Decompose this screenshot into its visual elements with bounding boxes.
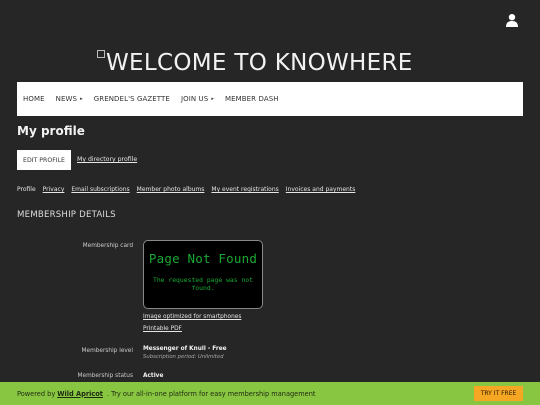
directory-profile-link[interactable]: My directory profile [77, 156, 137, 163]
chevron-right-icon: ▸ [211, 96, 214, 102]
footer-suffix: . Try our all-in-one platform for easy m… [106, 389, 316, 398]
try-it-free-button[interactable]: TRY IT FREE [474, 386, 523, 401]
card-error-title: Page Not Found [148, 251, 258, 266]
chevron-right-icon: ▸ [80, 96, 83, 102]
subnav-item-privacy[interactable]: Privacy [43, 186, 65, 193]
membership-status-label: Membership status [77, 373, 133, 379]
promo-footer: Powered by Wild Apricot . Try our all-in… [0, 382, 540, 405]
membership-details-heading: MEMBERSHIP DETAILS [17, 210, 116, 220]
nav-item-label: HOME [23, 95, 45, 103]
nav-item-grendels-gazette[interactable]: GRENDEL'S GAZETTE [94, 95, 170, 103]
subnav-item-invoices[interactable]: Invoices and payments [286, 186, 356, 193]
nav-item-label: GRENDEL'S GAZETTE [93, 95, 170, 103]
site-logo[interactable]: WELCOME TO KNOWHERE [97, 48, 413, 78]
subscription-period: Subscription period: Unlimited [143, 354, 224, 360]
subnav-item-profile: Profile [17, 186, 36, 193]
broken-image-icon [97, 50, 105, 58]
edit-profile-button[interactable]: EDIT PROFILE [17, 150, 71, 170]
main-nav: HOME NEWS ▸ GRENDEL'S GAZETTE JOIN US ▸ … [17, 82, 523, 116]
page: WELCOME TO KNOWHERE HOME NEWS ▸ GRENDEL'… [0, 0, 540, 405]
smartphone-card-link[interactable]: Image optimized for smartphones [143, 314, 241, 320]
membership-card-label: Membership card [82, 243, 133, 249]
site-title: WELCOME TO KNOWHERE [106, 50, 413, 76]
nav-item-news[interactable]: NEWS ▸ [56, 95, 83, 103]
page-title: My profile [17, 124, 85, 138]
membership-level-label: Membership level [81, 348, 133, 354]
nav-item-label: JOIN US [180, 95, 209, 103]
subnav-item-photo-albums[interactable]: Member photo albums [137, 186, 205, 193]
nav-item-label: MEMBER DASH [224, 95, 279, 103]
nav-item-label: NEWS [55, 95, 78, 103]
subnav-item-email-subscriptions[interactable]: Email subscriptions [71, 186, 129, 193]
membership-level-value: Messenger of Knull - Free [143, 346, 227, 352]
footer-prefix: Powered by [17, 389, 56, 398]
wild-apricot-link[interactable]: Wild Apricot [57, 390, 103, 398]
printable-pdf-link[interactable]: Printable PDF [143, 326, 182, 332]
subnav-item-event-registrations[interactable]: My event registrations [211, 186, 278, 193]
card-error-message: The requested page was not found. [152, 276, 254, 292]
user-icon[interactable] [505, 12, 519, 27]
nav-item-member-dash[interactable]: MEMBER DASH [225, 95, 279, 103]
membership-card-frame: Page Not Found The requested page was no… [143, 240, 263, 309]
profile-subnav: Profile Privacy Email subscriptions Memb… [17, 186, 362, 193]
nav-item-join-us[interactable]: JOIN US ▸ [181, 95, 214, 103]
membership-status-value: Active [143, 373, 164, 379]
nav-item-home[interactable]: HOME [23, 95, 45, 103]
